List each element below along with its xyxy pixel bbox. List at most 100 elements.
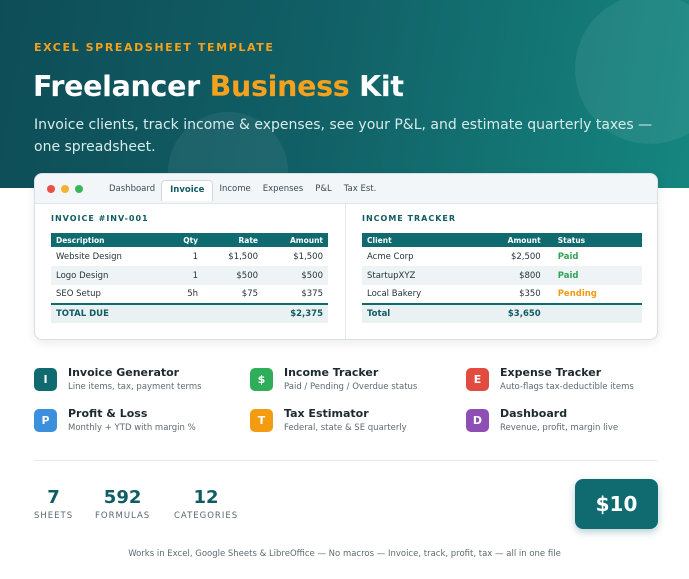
feature-title: Expense Tracker [500, 366, 602, 379]
feature-title: Dashboard [500, 407, 568, 420]
eyebrow-label: EXCEL SPREADSHEET TEMPLATE [34, 41, 275, 54]
close-dot-icon[interactable] [47, 185, 55, 193]
status-badge[interactable]: Paid [546, 247, 642, 266]
status-badge[interactable]: Pending [546, 285, 642, 304]
invoice-panel: INVOICE #INV-001 Description Qty Rate Am… [51, 214, 328, 323]
feature-title: Invoice Generator [68, 366, 180, 379]
table-cell[interactable]: Acme Corp [362, 247, 472, 266]
table-cell[interactable]: 1 [166, 247, 204, 266]
panel-divider [345, 204, 346, 339]
income-title: INCOME TRACKER [362, 214, 457, 223]
table-cell[interactable]: $800 [471, 266, 546, 285]
stat-categories: 12 CATEGORIES [174, 487, 238, 521]
total-row: Total $3,650 [362, 303, 642, 323]
title-part1: Freelancer [33, 70, 210, 103]
invoice-table: Description Qty Rate Amount Website Desi… [51, 233, 328, 323]
stat-sheets: 7 SHEETS [34, 487, 73, 521]
tab-dashboard[interactable]: Dashboard [103, 180, 161, 201]
total-label: Total [362, 303, 472, 323]
title-part2: Kit [349, 70, 404, 103]
table-row: Logo Design 1 $500 $500 [51, 266, 328, 285]
table-cell[interactable]: $375 [263, 285, 328, 304]
feature-title: Tax Estimator [284, 407, 369, 420]
table-row: Acme Corp $2,500 Paid [362, 247, 642, 266]
column-header: Client [362, 233, 472, 247]
invoice-title: INVOICE #INV-001 [51, 214, 149, 223]
table-row: StartupXYZ $800 Paid [362, 266, 642, 285]
table-cell[interactable]: $500 [263, 266, 328, 285]
tab-income[interactable]: Income [213, 180, 256, 201]
section-divider [34, 460, 658, 461]
price-badge[interactable]: $10 [575, 479, 658, 529]
total-value: $2,375 [263, 303, 328, 323]
spreadsheet-preview-window: Dashboard Invoice Income Expenses P&L Tax Est… [34, 173, 658, 340]
income-panel: INCOME TRACKER Client Amount Status Acme… [362, 214, 642, 323]
table-cell[interactable]: SEO Setup [51, 285, 166, 304]
table-cell[interactable]: $1,500 [263, 247, 328, 266]
feature-description: Auto-flags tax-deductible items [500, 382, 634, 392]
feature-item-invoice-generator: I Invoice Generator Line items, tax, payme… [34, 366, 234, 392]
total-value: $3,650 [471, 303, 546, 323]
table-cell[interactable]: Website Design [51, 247, 166, 266]
stat-formulas: 592 FORMULAS [95, 487, 150, 521]
feature-letter-icon: P [34, 409, 57, 432]
feature-description: Federal, state & SE quarterly [284, 423, 407, 433]
feature-item-expense-tracker: E Expense Tracker Auto-flags tax-deductibl… [466, 366, 666, 392]
feature-description: Monthly + YTD with margin % [68, 423, 196, 433]
stat-label: CATEGORIES [174, 511, 239, 521]
feature-item-profit-loss: P Profit & Loss Monthly + YTD with margin … [34, 407, 234, 433]
table-cell[interactable]: StartupXYZ [362, 266, 472, 285]
tab-tax-est[interactable]: Tax Est. [338, 180, 383, 201]
feature-item-income-tracker: $ Income Tracker Paid / Pending / Overdue … [250, 366, 450, 392]
stat-value: 12 [193, 487, 219, 508]
minimize-dot-icon[interactable] [61, 185, 69, 193]
table-cell[interactable]: $350 [472, 285, 546, 304]
page-title: Freelancer Business Kit [33, 70, 404, 103]
feature-item-dashboard: D Dashboard Revenue, profit, margin live [466, 407, 666, 433]
window-titlebar: Dashboard Invoice Income Expenses P&L Tax Est… [35, 174, 657, 204]
stat-label: SHEETS [34, 511, 74, 521]
table-cell[interactable]: 1 [165, 266, 204, 285]
feature-letter-icon: I [34, 368, 57, 391]
total-spacer [545, 303, 642, 323]
tab-p-l[interactable]: P&L [309, 180, 338, 201]
feature-description: Revenue, profit, margin live [500, 423, 619, 433]
table-row: SEO Setup 5h $75 $375 [51, 285, 328, 304]
total-row: TOTAL DUE $2,375 [51, 303, 328, 323]
table-cell[interactable]: 5h [166, 285, 204, 304]
total-label: TOTAL DUE [51, 303, 264, 323]
feature-description: Line items, tax, payment terms [68, 382, 202, 392]
table-cell[interactable]: $500 [203, 266, 264, 285]
income-table: Client Amount Status Acme Corp $2,500 Paid… [362, 233, 642, 323]
table-row: Website Design 1 $1,500 $1,500 [51, 247, 328, 266]
feature-item-tax-estimator: T Tax Estimator Federal, state & SE quarte… [250, 407, 450, 433]
tab-expenses[interactable]: Expenses [257, 180, 310, 201]
feature-letter-icon: $ [250, 368, 273, 391]
feature-title: Income Tracker [284, 366, 379, 379]
sheet-tabs: Dashboard Invoice Income Expenses P&L Tax Est… [103, 180, 382, 201]
feature-description: Paid / Pending / Overdue status [284, 382, 418, 392]
footer-note: Works in Excel, Google Sheets & LibreOff… [128, 549, 561, 559]
status-badge[interactable]: Paid [545, 266, 642, 285]
column-header: Amount [471, 233, 546, 247]
table-cell[interactable]: Logo Design [51, 266, 166, 285]
feature-letter-icon: T [250, 409, 273, 432]
feature-title: Profit & Loss [68, 407, 148, 420]
stat-value: 592 [103, 487, 142, 508]
hero-banner: EXCEL SPREADSHEET TEMPLATE Freelancer Bu… [0, 0, 689, 188]
table-cell[interactable]: Local Bakery [362, 285, 472, 304]
feature-letter-icon: E [466, 368, 489, 391]
table-cell[interactable]: $75 [203, 285, 263, 304]
table-row: Local Bakery $350 Pending [362, 285, 642, 304]
subtitle: Invoice clients, track income & expenses… [34, 117, 653, 155]
tab-invoice[interactable]: Invoice [161, 180, 214, 201]
column-header: Rate [203, 233, 264, 247]
maximize-dot-icon[interactable] [75, 185, 83, 193]
table-cell[interactable]: $2,500 [472, 247, 546, 266]
title-accent: Business [209, 70, 350, 103]
feature-letter-icon: D [466, 409, 489, 432]
column-header: Status [545, 233, 642, 247]
table-cell[interactable]: $1,500 [203, 247, 263, 266]
column-header: Description [51, 233, 166, 247]
stat-value: 7 [47, 487, 60, 508]
